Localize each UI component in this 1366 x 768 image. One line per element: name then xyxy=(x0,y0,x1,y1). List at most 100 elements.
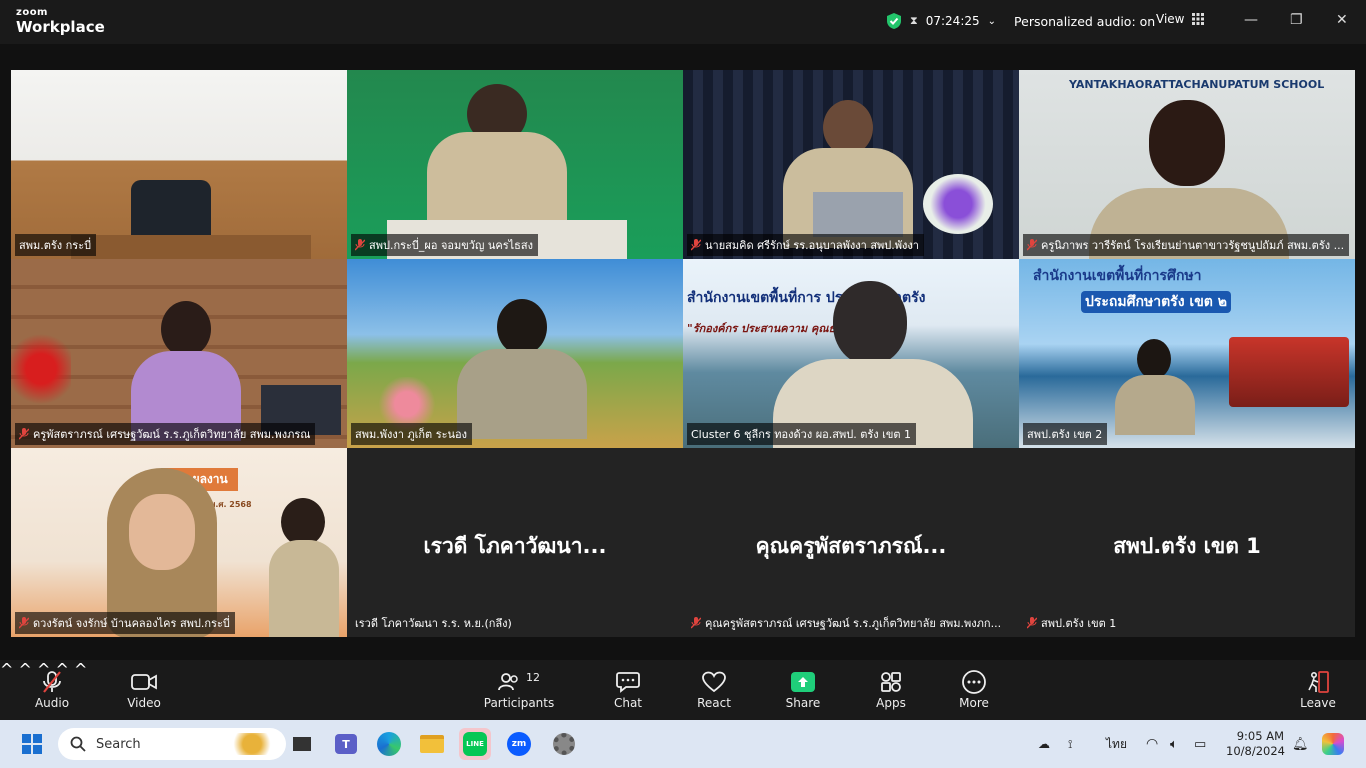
share-button[interactable]: Share xyxy=(763,668,843,710)
mic-muted-icon xyxy=(19,617,29,629)
title-bar: zoom Workplace ⧗ 07:24:25 ⌄ Personalized… xyxy=(0,0,1366,44)
person-body xyxy=(1115,375,1195,435)
name-tag: สพม.ตรัง กระบี่ xyxy=(15,234,97,256)
name-tag: ครูนิภาพร วารีรัตน์ โรงเรียนย่านตาขาวรัฐ… xyxy=(1023,234,1349,256)
input-language[interactable]: ไทย xyxy=(1106,720,1127,768)
audio-status[interactable]: Personalized audio: on xyxy=(1014,14,1155,29)
participant-tile-video-off[interactable]: คุณครูพัสตราภรณ์... คุณครูพัสตราภรณ์ เศร… xyxy=(683,448,1019,637)
notification-bell-icon[interactable]: 🔔︎ xyxy=(1292,720,1309,768)
participant-display-name: เรวดี โภคาวัฒนา... xyxy=(423,534,607,558)
person-head xyxy=(281,498,325,546)
react-button[interactable]: React xyxy=(674,668,754,710)
task-view-icon[interactable] xyxy=(286,728,318,760)
audio-label: Audio xyxy=(34,696,70,710)
chat-label: Chat xyxy=(613,696,643,710)
zoom-app-icon[interactable]: zm xyxy=(503,728,535,760)
participants-icon xyxy=(498,673,518,691)
security-shield-icon[interactable] xyxy=(886,12,902,30)
name-label: ครูนิภาพร วารีรัตน์ โรงเรียนย่านตาขาวรัฐ… xyxy=(1041,239,1345,252)
cloud-icon[interactable]: ☁ xyxy=(1038,720,1050,768)
participant-tile-active-speaker[interactable]: สำนักงานเขตพื้นที่การ ประถมศึกษาตรัง "รั… xyxy=(683,259,1019,448)
participant-tile[interactable]: สพป.กระบี่_ผอ จอมขวัญ นครไธสง xyxy=(347,70,683,259)
zoom-label: zm xyxy=(507,732,531,756)
more-label: More xyxy=(959,696,989,710)
background-sign-sub: ประถมศึกษาตรัง เขต ๒ xyxy=(1081,291,1231,313)
participant-tile[interactable]: ครูพัสตราภรณ์ เศรษฐวัฒน์ ร.ร.ภูเก็ตวิทยา… xyxy=(11,259,347,448)
taskbar-search[interactable]: Search xyxy=(58,728,286,760)
volume-icon[interactable]: 🔈︎ xyxy=(1170,720,1178,768)
person-body xyxy=(457,349,587,439)
name-label: สพม.พังงา ภูเก็ต ระนอง xyxy=(355,428,468,441)
mic-muted-icon xyxy=(691,617,701,629)
maximize-button[interactable]: ❐ xyxy=(1290,12,1303,28)
windows-start-icon[interactable] xyxy=(22,734,42,754)
participant-tile-video-off[interactable]: สพป.ตรัง เขต 1 สพป.ตรัง เขต 1 xyxy=(1019,448,1355,637)
app-logo: zoom Workplace xyxy=(16,8,105,35)
participant-tile[interactable]: นายสมคิด ศรีรักษ์ รร.อนุบาลพังงา สพป.พัง… xyxy=(683,70,1019,259)
battery-icon[interactable]: ▭ xyxy=(1194,720,1206,768)
video-button[interactable]: Video xyxy=(104,668,184,710)
view-label: View xyxy=(1156,12,1185,26)
timer-icon: ⧗ xyxy=(910,14,918,27)
chat-button[interactable]: Chat xyxy=(588,668,668,710)
leave-icon xyxy=(1308,671,1329,693)
mic-muted-icon xyxy=(355,239,365,251)
file-explorer-icon[interactable] xyxy=(416,728,448,760)
brand-top: zoom xyxy=(16,7,48,18)
person-head xyxy=(497,299,547,355)
react-label: React xyxy=(697,696,731,710)
mic-muted-icon xyxy=(19,428,29,440)
person-head xyxy=(1137,339,1171,379)
more-button[interactable]: More xyxy=(934,668,1014,710)
poinsettia xyxy=(11,329,71,409)
person-head xyxy=(823,100,873,155)
laptop xyxy=(813,192,903,237)
mic-muted-icon xyxy=(1027,617,1037,629)
name-label: Cluster 6 ชุลีกร ทองด้วง ผอ.สพป. ตรัง เข… xyxy=(691,428,912,441)
name-tag: นายสมคิด ศรีรักษ์ รร.อนุบาลพังงา สพป.พัง… xyxy=(687,234,924,256)
apps-button[interactable]: Apps xyxy=(851,668,931,710)
settings-gear-icon[interactable] xyxy=(548,728,580,760)
meeting-toolbar: Audio ^ Video ^ 12 Participants ^ Chat ^… xyxy=(0,660,1366,720)
close-button[interactable]: ✕ xyxy=(1336,12,1348,28)
location-send-icon[interactable]: ⟟ xyxy=(1068,720,1072,768)
share-screen-icon xyxy=(791,672,815,692)
person-face xyxy=(129,494,195,570)
name-label: สพม.ตรัง กระบี่ xyxy=(19,239,92,252)
search-placeholder: Search xyxy=(96,736,141,752)
minimize-button[interactable]: — xyxy=(1244,12,1258,28)
participant-tile[interactable]: สำนักงานเขตพื้นที่การศึกษา ประถมศึกษาตรั… xyxy=(1019,259,1355,448)
view-button[interactable]: View xyxy=(1156,12,1205,26)
participant-display-name: สพป.ตรัง เขต 1 xyxy=(1113,534,1261,558)
participant-tile-video-off[interactable]: เรวดี โภคาวัฒนา... เรวดี โภคาวัฒนา ร.ร. … xyxy=(347,448,683,637)
leave-button[interactable]: Leave xyxy=(1278,668,1358,710)
name-label: สพป.ตรัง เขต 2 xyxy=(1027,428,1103,441)
edge-browser-icon[interactable] xyxy=(373,728,405,760)
person-head xyxy=(1149,100,1225,186)
video-label: Video xyxy=(127,696,161,710)
meeting-timer[interactable]: 07:24:25 xyxy=(926,14,980,28)
name-tag: คุณครูพัสตราภรณ์ เศรษฐวัฒน์ ร.ร.ภูเก็ตวิ… xyxy=(687,612,1006,634)
copilot-icon[interactable] xyxy=(1322,720,1344,768)
train xyxy=(1229,337,1349,407)
heart-icon xyxy=(702,671,726,693)
chat-icon xyxy=(616,672,640,693)
leave-label: Leave xyxy=(1300,696,1336,710)
participant-tile[interactable]: YANTAKHAORATTACHANUPATUM SCHOOL ครูนิภาพ… xyxy=(1019,70,1355,259)
participant-tile[interactable]: สพม.พังงา ภูเก็ต ระนอง xyxy=(347,259,683,448)
apps-icon xyxy=(881,672,901,692)
name-label: สพป.ตรัง เขต 1 xyxy=(1041,617,1117,630)
participant-tile[interactable]: และผลงาน 2 ประจำปี พ.ศ. 2568 ดวงรัตน์ จง… xyxy=(11,448,347,637)
chevron-down-icon[interactable]: ⌄ xyxy=(988,16,996,27)
participant-tile[interactable]: สพม.ตรัง กระบี่ xyxy=(11,70,347,259)
wifi-icon[interactable]: ◠ xyxy=(1146,720,1158,768)
name-label: คุณครูพัสตราภรณ์ เศรษฐวัฒน์ ร.ร.ภูเก็ตวิ… xyxy=(705,617,1002,630)
teams-icon[interactable]: T xyxy=(330,728,362,760)
line-app-icon[interactable]: LINE xyxy=(459,728,491,760)
name-tag: Cluster 6 ชุลีกร ทองด้วง ผอ.สพป. ตรัง เข… xyxy=(687,423,917,445)
audio-button[interactable]: Audio xyxy=(12,668,92,710)
taskbar-clock[interactable]: 9:05 AM 10/8/2024 xyxy=(1226,729,1285,759)
participants-button[interactable]: 12 Participants xyxy=(479,668,559,711)
name-tag: สพป.ตรัง เขต 1 xyxy=(1023,612,1121,634)
grid-icon xyxy=(1192,13,1205,25)
